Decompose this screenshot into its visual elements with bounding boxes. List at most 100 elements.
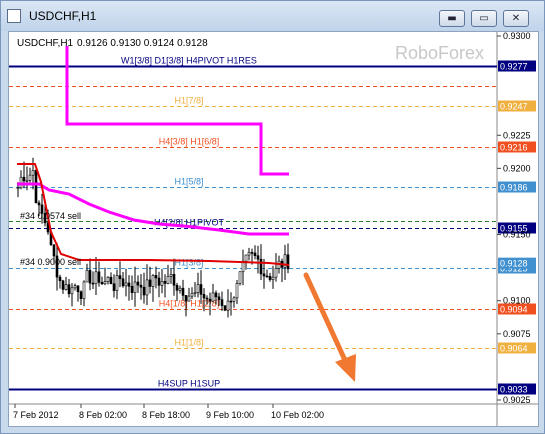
candle-body (190, 293, 194, 297)
candle-body (286, 254, 290, 270)
candle-body (109, 276, 113, 285)
candle-body (232, 297, 236, 302)
candle-body (217, 296, 221, 300)
candle-body (226, 300, 230, 311)
chart-info-ohlc: 0.9126 0.9130 0.9124 0.9128 (77, 38, 208, 49)
price-tick-label: 0.9225 (503, 130, 531, 140)
candle-body (205, 297, 209, 300)
maximize-button[interactable]: ▭ (471, 10, 497, 27)
sell-annotation-1: #34 0.0574 sell (20, 211, 81, 221)
price-tick-label: 0.9300 (503, 32, 531, 41)
candle-body (121, 278, 125, 287)
level-price-label: 0.9186 (500, 183, 528, 193)
level-price-label: 0.9247 (500, 102, 528, 112)
price-tick-label: 0.9100 (503, 296, 531, 306)
candle-body (175, 284, 179, 291)
level-label: H1[5/8] (174, 177, 203, 187)
candle-body (184, 295, 188, 302)
price-tick-label: 0.9200 (503, 163, 531, 173)
candle-body (214, 292, 218, 298)
candle-body (28, 174, 32, 181)
level-price-label: 0.9277 (500, 62, 528, 72)
level-label: W1[3/8] D1[3/8] H4PIVOT H1RES (121, 56, 257, 66)
candle-body (22, 176, 26, 182)
candle-body (235, 283, 239, 299)
level-price-label: 0.9094 (500, 305, 528, 315)
candle-body (223, 305, 227, 311)
candle-body (160, 280, 164, 286)
candle-body (106, 276, 110, 282)
price-chart[interactable]: W1[3/8] D1[3/8] H4PIVOT H1RES 0.9277 H1[7/… (9, 32, 538, 426)
candle-body (91, 282, 95, 285)
candle-body (112, 283, 116, 291)
level-label: H4SUP H1SUP (158, 379, 220, 389)
indicator-lines (17, 46, 290, 266)
current-price-label: 0.9128 (500, 259, 528, 269)
candle-body (172, 274, 176, 286)
minimize-button[interactable]: ▬ (439, 10, 465, 27)
candle-body (148, 279, 152, 287)
candle-body (88, 270, 92, 284)
candle-body (79, 291, 83, 299)
candle-body (37, 202, 41, 206)
candle-body (268, 275, 272, 280)
candle-body (265, 275, 269, 278)
candle-body (73, 285, 77, 289)
levels-group: W1[3/8] D1[3/8] H4PIVOT H1RES 0.9277 H1[7/… (9, 56, 536, 395)
time-tick-label: 8 Feb 18:00 (142, 410, 190, 420)
candle-body (274, 268, 278, 278)
candle-body (250, 252, 254, 254)
candle-body (31, 170, 35, 176)
forecast-arrow-head (335, 354, 356, 382)
close-button[interactable]: ✕ (503, 10, 529, 27)
title-bar[interactable]: USDCHF,H1 ▬ ▭ ✕ (1, 1, 544, 31)
candle-body (25, 180, 29, 182)
price-tick-label: 0.9075 (503, 329, 531, 339)
window-title: USDCHF,H1 (29, 9, 97, 23)
candle-body (163, 280, 167, 284)
candle-body (178, 287, 182, 291)
candle-body (259, 258, 263, 275)
candle-body (67, 284, 71, 295)
chart-app-icon (7, 9, 21, 23)
candle-body (208, 298, 212, 302)
candle-body (187, 295, 191, 302)
candle-body (145, 279, 149, 296)
candle-body (253, 252, 257, 257)
candle-body (256, 255, 260, 260)
time-tick-label: 10 Feb 02:00 (271, 410, 324, 420)
candle-body (64, 284, 68, 290)
sell-annotation-2: #34 0.9000 sell (20, 257, 81, 267)
candle-body (76, 285, 80, 293)
candle-body (271, 276, 275, 280)
candle-body (61, 280, 65, 290)
candle-body (16, 187, 20, 190)
time-tick-label: 8 Feb 02:00 (79, 410, 127, 420)
price-tick-label: 0.9150 (503, 230, 531, 240)
candle-body (34, 170, 38, 204)
chart-area[interactable]: W1[3/8] D1[3/8] H4PIVOT H1RES 0.9277 H1[7/… (8, 31, 539, 427)
time-tick-label: 9 Feb 10:00 (206, 410, 254, 420)
candle-body (238, 271, 242, 284)
candle-body (103, 281, 107, 285)
level-price-label: 0.9064 (500, 344, 528, 354)
candle-body (166, 276, 170, 284)
candle-body (199, 284, 203, 295)
candle-body (139, 284, 143, 288)
candle-body (52, 244, 56, 257)
candle-body (229, 300, 233, 303)
candle-body (127, 282, 131, 287)
candle-body (154, 275, 158, 279)
time-ticks: 7 Feb 2012 8 Feb 02:00 8 Feb 18:00 9 Feb 10… (13, 404, 324, 420)
candle-body (244, 254, 248, 262)
forecast-arrow-shaft (303, 272, 352, 372)
time-tick-label: 7 Feb 2012 (13, 410, 59, 420)
candle-body (151, 275, 155, 287)
candle-body (97, 271, 101, 283)
candle-body (82, 281, 86, 299)
candle-body (94, 271, 98, 284)
candle-body (202, 294, 206, 299)
candle-body (262, 273, 266, 277)
watermark-text: RoboForex (395, 43, 484, 63)
candle-body (247, 252, 251, 256)
